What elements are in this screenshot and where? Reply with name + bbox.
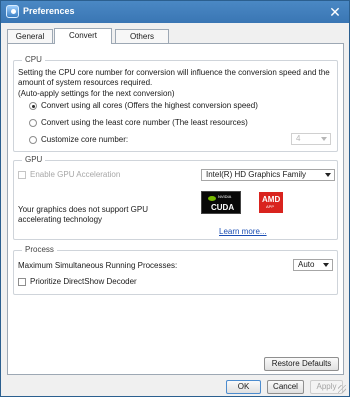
nvidia-logo-text: NVIDIA	[218, 194, 232, 199]
prioritize-directshow-checkbox[interactable]	[18, 278, 26, 286]
convert-tab-panel: CPU Setting the CPU core number for conv…	[7, 43, 344, 375]
app-logo-text: APP	[266, 204, 275, 209]
gpu-group: GPU Enable GPU Acceleration Intel(R) HD …	[13, 155, 338, 240]
cpu-group: CPU Setting the CPU core number for conv…	[13, 55, 338, 152]
process-group-title: Process	[22, 245, 57, 254]
resize-grip-icon[interactable]	[338, 385, 346, 393]
max-processes-select[interactable]: Auto	[293, 259, 333, 271]
chevron-down-icon	[325, 173, 331, 177]
process-group: Process Maximum Simultaneous Running Pro…	[13, 245, 338, 295]
tab-convert[interactable]: Convert	[54, 28, 112, 44]
max-processes-value: Auto	[298, 260, 315, 269]
core-number-select[interactable]: 4	[291, 133, 331, 145]
gpu-acceleration-label[interactable]: Enable GPU Acceleration	[30, 170, 120, 180]
nvidia-eye-icon	[208, 196, 216, 201]
tab-others[interactable]: Others	[115, 29, 169, 43]
nvidia-cuda-logo: NVIDIA CUDA	[201, 191, 241, 214]
graphics-device-select[interactable]: Intel(R) HD Graphics Family	[201, 169, 335, 181]
least-core-label[interactable]: Convert using the least core number (The…	[41, 118, 248, 128]
ok-button[interactable]: OK	[226, 380, 261, 394]
all-cores-label[interactable]: Convert using all cores (Offers the high…	[41, 101, 258, 111]
cpu-auto-apply-note: (Auto-apply settings for the next conver…	[18, 89, 175, 98]
cpu-group-title: CPU	[22, 55, 45, 64]
all-cores-radio[interactable]	[29, 102, 37, 110]
gpu-group-title: GPU	[22, 155, 46, 164]
custom-core-label[interactable]: Customize core number:	[41, 135, 128, 145]
chevron-down-icon	[321, 137, 327, 141]
learn-more-link[interactable]: Learn more...	[219, 227, 267, 236]
cancel-button[interactable]: Cancel	[267, 380, 304, 394]
amd-app-logo: AMD APP	[259, 192, 283, 213]
chevron-down-icon	[323, 263, 329, 267]
custom-core-radio[interactable]	[29, 136, 37, 144]
least-core-radio[interactable]	[29, 119, 37, 127]
cpu-description: Setting the CPU core number for conversi…	[18, 68, 330, 87]
preferences-dialog: Preferences ✕ General Convert Others CPU…	[0, 0, 350, 397]
close-button[interactable]: ✕	[326, 3, 344, 21]
amd-logo-text: AMD	[262, 195, 281, 204]
title-bar: Preferences ✕	[1, 1, 349, 23]
prioritize-directshow-label[interactable]: Prioritize DirectShow Decoder	[30, 277, 137, 287]
gpu-acceleration-checkbox[interactable]	[18, 171, 26, 179]
app-icon	[6, 5, 19, 18]
gpu-support-message: Your graphics does not support GPU accel…	[18, 205, 149, 224]
window-title: Preferences	[23, 6, 75, 16]
graphics-device-value: Intel(R) HD Graphics Family	[206, 170, 307, 179]
max-processes-label: Maximum Simultaneous Running Processes:	[18, 261, 178, 270]
cuda-logo-text: CUDA	[211, 203, 235, 212]
restore-defaults-button[interactable]: Restore Defaults	[264, 357, 339, 371]
tab-general[interactable]: General	[7, 29, 53, 43]
core-number-value: 4	[296, 134, 301, 143]
